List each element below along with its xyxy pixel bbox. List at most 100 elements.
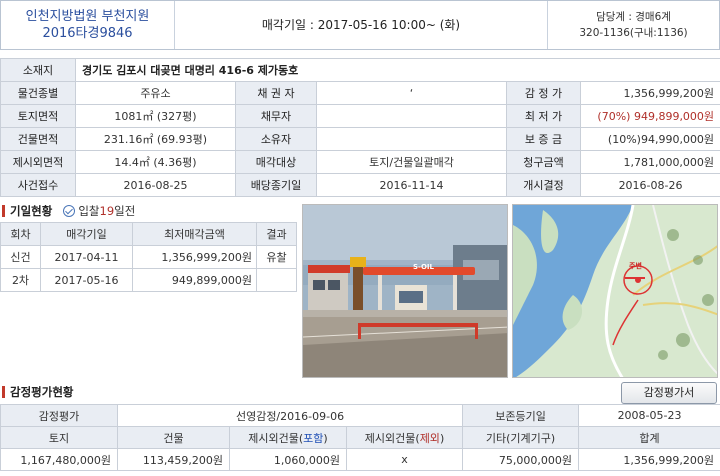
info-label: 매각대상 [235,150,317,174]
auction-history-table: 회차 매각기일 최저매각금액 결과 신건 2017-04-11 1,356,99… [0,222,297,292]
info-label: 최 저 가 [506,104,581,128]
table-row: 신건 2017-04-11 1,356,999,200원 유찰 [0,245,297,269]
header-text: ) [323,431,328,445]
history-header-row: 회차 매각기일 최저매각금액 결과 [0,222,297,246]
info-value: 2016-08-26 [579,173,720,197]
property-photo[interactable]: S-OIL [302,204,508,378]
appraisal-label: 감정평가 [0,404,118,427]
history-round: 2차 [0,268,41,292]
info-label: 물건종별 [0,81,76,105]
appraisal-header-row: 토지 건물 제시외건물(포함) 제시외건물(제외) 기타(기계기구) 합계 [0,426,720,449]
history-result [256,268,297,292]
department-block: 담당계 : 경매6계 320-1136(구내:1136) [547,1,719,49]
gas-station-photo [303,205,507,377]
info-value [316,104,507,128]
case-number: 2016타경9846 [42,26,133,41]
info-row: 토지면적 1081㎡ (327평) 채무자 최 저 가 (70%) 949,89… [0,104,720,128]
info-value: ‘ [316,81,507,105]
info-label: 소유자 [235,127,317,151]
court-name: 인천지방법원 부천지원 [25,9,150,24]
extra-excl-value: x [345,448,464,471]
claim-amount: 1,781,000,000원 [579,150,720,174]
registration-date: 2008-05-23 [578,404,720,427]
history-section-title: 기일현황 입찰 19 일전 [2,203,135,219]
history-date: 2017-05-16 [40,268,133,292]
map-image [513,205,717,377]
info-row: 사건접수 2016-08-25 배당종기일 2016-11-14 개시결정 20… [0,173,720,197]
info-value: 주유소 [75,81,236,105]
info-label: 토지면적 [0,104,76,128]
info-value: 2016-08-25 [75,173,236,197]
appraisal-table: 감정평가 선영감정/2016-09-06 보존등기일 2008-05-23 토지… [0,404,720,471]
info-label: 배당종기일 [235,173,317,197]
info-row: 건물면적 231.16㎡ (69.93평) 소유자 보 증 금 (10%)94,… [0,127,720,151]
section-marker [2,205,5,217]
station-sign: S-OIL [413,263,434,271]
info-label: 사건접수 [0,173,76,197]
location-map[interactable]: 주변 [512,204,718,378]
history-result: 유찰 [256,245,297,269]
info-value: 231.16㎡ (69.93평) [75,127,236,151]
info-value: 14.4㎡ (4.36평) [75,150,236,174]
history-price: 949,899,000원 [132,268,257,292]
address-value: 경기도 김포시 대곶면 대명리 416-6 제가동호 [74,58,720,82]
info-label: 개시결정 [506,173,581,197]
court-block: 인천지방법원 부천지원 2016타경9846 [1,1,175,49]
appraisal-title: 감정평가현황 [10,385,74,399]
bid-suffix: 일전 [114,204,136,218]
address-row: 소재지 경기도 김포시 대곶면 대명리 416-6 제가동호 [0,58,720,82]
info-label: 감 정 가 [506,81,581,105]
info-label: 채 권 자 [235,81,317,105]
appraisal-report-button[interactable]: 감정평가서 [621,382,717,404]
bid-days: 19 [99,204,115,218]
column-header: 건물 [117,426,230,449]
column-header: 매각기일 [40,222,133,246]
info-value [316,127,507,151]
minimum-price: (70%) 949,899,000원 [579,104,720,128]
table-row: 2차 2017-05-16 949,899,000원 [0,268,297,292]
column-header-extra-excl: 제시외건물(제외) [345,426,464,449]
info-label: 청구금액 [506,150,581,174]
check-circle-icon [63,205,76,217]
land-value: 1,167,480,000원 [0,448,118,471]
history-price: 1,356,999,200원 [132,245,257,269]
case-header: 인천지방법원 부천지원 2016타경9846 매각기일 : 2017-05-16… [0,0,720,50]
sale-date: 매각기일 : 2017-05-16 10:00~ (화) [261,18,461,32]
column-header-extra-incl: 제시외건물(포함) [229,426,347,449]
column-header: 기타(기계기구) [462,426,580,449]
appraisal-value-row: 1,167,480,000원 113,459,200원 1,060,000원 x… [0,448,720,471]
building-value: 113,459,200원 [117,448,230,471]
history-date: 2017-04-11 [40,245,133,269]
column-header: 합계 [578,426,720,449]
property-info-table: 소재지 경기도 김포시 대곶면 대명리 416-6 제가동호 물건종별 주유소 … [0,58,720,197]
appraisal-section-title: 감정평가현황 [2,384,73,400]
info-value: 1081㎡ (327평) [75,104,236,128]
appraisal-summary-row: 감정평가 선영감정/2016-09-06 보존등기일 2008-05-23 [0,404,720,427]
column-header: 회차 [0,222,41,246]
total-value: 1,356,999,200원 [578,448,720,471]
appraiser-date: 선영감정/2016-09-06 [116,404,464,427]
history-title: 기일현황 [10,204,53,218]
header-highlight: 제외 [419,431,440,445]
info-value: 토지/건물일괄매각 [316,150,507,174]
info-label: 보 증 금 [506,127,581,151]
extra-incl-value: 1,060,000원 [229,448,347,471]
appraisal-price: 1,356,999,200원 [579,81,720,105]
other-value: 75,000,000원 [462,448,580,471]
department: 담당계 : 경매6계 [596,11,671,23]
info-label: 채무자 [235,104,317,128]
registration-label: 보존등기일 [462,404,580,427]
info-label: 제시외면적 [0,150,76,174]
info-row: 제시외면적 14.4㎡ (4.36평) 매각대상 토지/건물일괄매각 청구금액 … [0,150,720,174]
header-text: ) [439,431,445,445]
info-label: 건물면적 [0,127,76,151]
column-header: 토지 [0,426,118,449]
header-text: 제시외건물( [248,431,304,445]
column-header: 결과 [256,222,297,246]
history-round: 신건 [0,245,41,269]
header-highlight: 포함 [303,431,324,445]
map-marker-label: 주변 [629,262,642,270]
department-phone: 320-1136(구내:1136) [579,27,688,39]
deposit: (10%)94,990,000원 [579,127,720,151]
bid-prefix: 입찰 [78,204,100,218]
